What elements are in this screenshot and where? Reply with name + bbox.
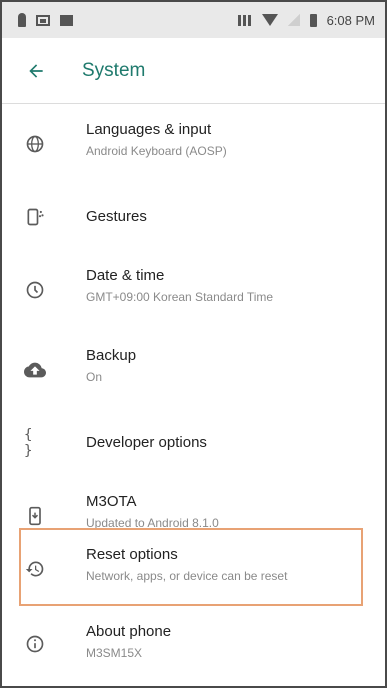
image-icon	[36, 14, 50, 26]
no-signal-icon	[287, 14, 300, 26]
braces-icon: { }	[24, 427, 33, 459]
item-title: Gestures	[86, 208, 147, 225]
history-icon	[24, 558, 46, 580]
status-bar-right: 6:08 PM	[237, 12, 375, 28]
clock-icon	[24, 279, 46, 301]
status-bar: 6:08 PM	[2, 2, 385, 38]
item-title: Backup	[86, 347, 137, 364]
item-title: About phone	[86, 623, 172, 640]
settings-item-languages[interactable]: Languages & input Android Keyboard (AOSP…	[2, 104, 385, 184]
status-bar-left	[18, 13, 73, 27]
globe-icon	[24, 133, 46, 155]
app-toolbar: System	[2, 38, 385, 104]
system-update-icon	[24, 505, 46, 527]
person-icon	[18, 13, 26, 27]
settings-item-backup[interactable]: Backup On	[2, 330, 385, 410]
arrow-left-icon	[29, 63, 43, 78]
status-time: 6:08 PM	[326, 12, 375, 28]
cloud-upload-icon	[24, 359, 46, 381]
wifi-icon	[261, 14, 278, 26]
battery-icon	[309, 13, 317, 27]
page-title: System	[82, 59, 146, 81]
settings-item-reset-options[interactable]: Reset options Network, apps, or device c…	[2, 530, 385, 608]
message-icon	[60, 14, 73, 26]
settings-item-developer-options[interactable]: { } Developer options	[2, 410, 385, 476]
back-button[interactable]	[8, 43, 64, 99]
item-title: M3OTA	[86, 493, 137, 510]
item-subtitle: M3SM15X	[86, 646, 143, 660]
settings-item-gestures[interactable]: Gestures	[2, 184, 385, 250]
item-subtitle: GMT+09:00 Korean Standard Time	[86, 290, 274, 304]
item-title: Languages & input	[86, 121, 212, 138]
phone-screen: 6:08 PM System Languages & input Android…	[0, 0, 387, 688]
info-icon	[24, 633, 46, 655]
settings-item-date-time[interactable]: Date & time GMT+09:00 Korean Standard Ti…	[2, 250, 385, 330]
item-title: Reset options	[86, 546, 178, 563]
item-subtitle: On	[86, 370, 103, 384]
settings-item-about-phone[interactable]: About phone M3SM15X	[2, 608, 385, 686]
item-subtitle: Android Keyboard (AOSP)	[86, 144, 227, 158]
gestures-icon	[24, 206, 46, 228]
vibrate-icon	[237, 14, 252, 26]
item-title: Developer options	[86, 434, 207, 451]
item-title: Date & time	[86, 267, 165, 284]
item-subtitle: Network, apps, or device can be reset	[86, 569, 288, 583]
